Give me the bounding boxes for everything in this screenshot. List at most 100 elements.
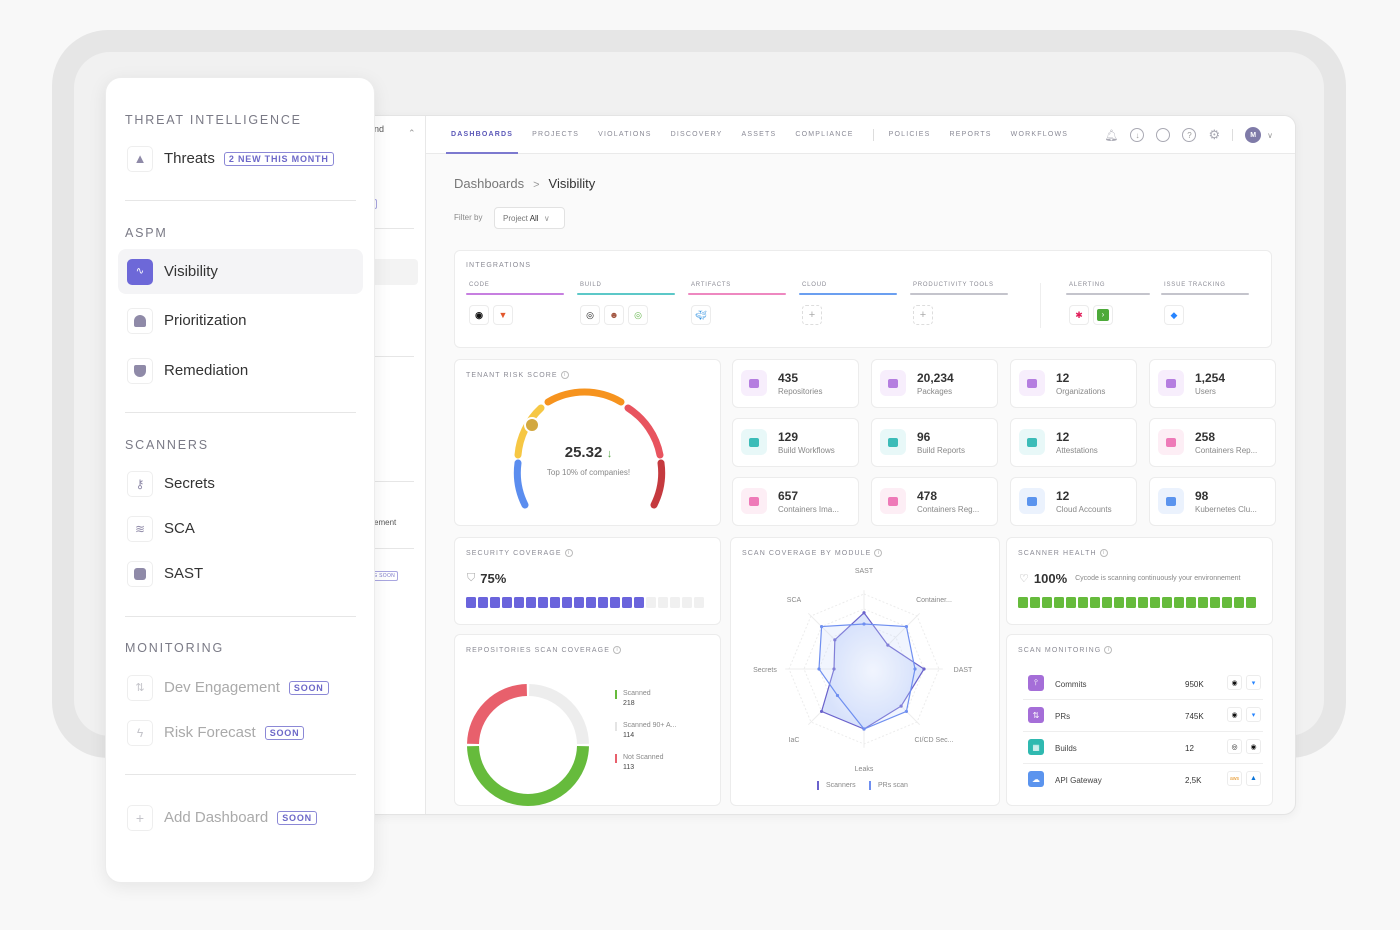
stat-label: Repositories <box>778 387 823 396</box>
circleci-icon[interactable]: ◎ <box>580 305 600 325</box>
sidebar-item-sast[interactable]: SAST <box>118 551 363 596</box>
settings-icon[interactable]: ⚙ <box>1208 127 1220 143</box>
tab-assets[interactable]: ASSETS <box>742 116 777 154</box>
github-icon[interactable]: ◉ <box>1227 707 1242 722</box>
stat-card[interactable]: 96 Build Reports <box>871 418 998 467</box>
sidebar-item-visibility[interactable]: ∿ Visibility <box>118 249 363 294</box>
jira-icon[interactable]: ◆ <box>1164 305 1184 325</box>
trend-down-icon: ↓ <box>606 448 613 460</box>
info-icon[interactable]: i <box>564 549 573 557</box>
bell-icon[interactable]: 🔔︎ <box>1105 129 1119 142</box>
radar-point[interactable] <box>862 622 866 626</box>
slack-icon[interactable]: ✱ <box>1069 305 1089 325</box>
tab-compliance[interactable]: COMPLIANCE <box>795 116 853 154</box>
gitlab-icon[interactable]: ▼ <box>493 305 513 325</box>
stat-label: Packages <box>917 387 953 396</box>
integrations-card: INTEGRATIONS CODE ◉ ▼ BUILD ◎ ☻ ◎ ARTIFA… <box>454 250 1272 348</box>
stat-card[interactable]: 478 Containers Reg... <box>871 477 998 526</box>
radar-point[interactable] <box>862 611 866 615</box>
donut-slice[interactable] <box>528 684 589 745</box>
sidebar-item-prioritization[interactable]: Prioritization <box>118 298 363 343</box>
sidebar-item-dev-engagement[interactable]: ⇅ Dev Engagement SOON <box>118 665 363 710</box>
radar-point[interactable] <box>904 709 909 714</box>
stat-card[interactable]: 12 Organizations <box>1010 359 1137 408</box>
tab-workflows[interactable]: WORKFLOWS <box>1011 116 1068 154</box>
docker-icon[interactable]: 🐳︎ <box>691 305 711 325</box>
chat-icon[interactable] <box>1156 128 1171 142</box>
tab-reports[interactable]: REPORTS <box>950 116 992 154</box>
info-icon[interactable]: i <box>1099 549 1108 557</box>
sidebar-item-label: Prioritization <box>164 312 247 329</box>
stat-card[interactable]: 258 Containers Rep... <box>1149 418 1276 467</box>
monitoring-row[interactable]: ⫯ Commits 950K ◉ ▾ <box>1023 668 1263 700</box>
radar-point[interactable] <box>862 727 866 731</box>
stat-card[interactable]: 435 Repositories <box>732 359 859 408</box>
add-dashboard-button[interactable]: + Add Dashboard SOON <box>118 795 363 840</box>
stat-card[interactable]: 1,254 Users <box>1149 359 1276 408</box>
tab-violations[interactable]: VIOLATIONS <box>598 116 652 154</box>
radar-point[interactable] <box>835 693 840 698</box>
github-icon[interactable]: ◉ <box>1246 739 1261 754</box>
jenkins-icon[interactable]: ☻ <box>604 305 624 325</box>
bitbucket-icon[interactable]: ▾ <box>1246 707 1261 722</box>
github-icon[interactable]: ◉ <box>469 305 489 325</box>
sidebar-item-secrets[interactable]: ⚷ Secrets <box>118 461 363 506</box>
add-integration-button[interactable]: + <box>913 305 933 325</box>
radar-point[interactable] <box>819 624 824 629</box>
donut-slice[interactable] <box>467 745 589 806</box>
radar-point[interactable] <box>904 624 909 629</box>
legend-prs-scan[interactable]: PRs scan <box>869 781 908 790</box>
help-icon[interactable]: ? <box>1182 128 1197 142</box>
radar-point[interactable] <box>819 709 824 714</box>
integration-group-artifacts: ARTIFACTS 🐳︎ <box>688 282 786 325</box>
warning-icon: ▲ <box>127 145 153 172</box>
aws-icon[interactable]: aws <box>1227 771 1242 786</box>
github-icon[interactable]: ◉ <box>1227 675 1242 690</box>
chevron-down-icon[interactable]: ∨ <box>1267 131 1273 140</box>
sidebar-item-remediation[interactable]: Remediation <box>118 348 363 393</box>
progress-segment <box>478 597 488 608</box>
tab-discovery[interactable]: DISCOVERY <box>671 116 723 154</box>
progress-segment <box>1174 597 1184 608</box>
radar-point[interactable] <box>817 667 821 671</box>
project-filter-select[interactable]: Project All ∨ <box>494 207 565 229</box>
tab-policies[interactable]: POLICIES <box>889 116 931 154</box>
bitbucket-icon[interactable]: ▾ <box>1246 675 1261 690</box>
stat-card[interactable]: 12 Attestations <box>1010 418 1137 467</box>
stat-card[interactable]: 12 Cloud Accounts <box>1010 477 1137 526</box>
radar-point[interactable] <box>913 667 917 671</box>
progress-segment <box>1210 597 1220 608</box>
legend-scanners[interactable]: Scanners <box>817 781 856 790</box>
download-icon[interactable]: ↓ <box>1130 128 1145 142</box>
stat-card[interactable]: 98 Kubernetes Clu... <box>1149 477 1276 526</box>
info-icon[interactable]: i <box>1104 646 1113 654</box>
argo-icon[interactable]: ◎ <box>628 305 648 325</box>
monitoring-row[interactable]: ▦ Builds 12 ◎ ◉ <box>1023 732 1263 764</box>
stat-label: Build Reports <box>917 446 966 455</box>
radar-point[interactable] <box>922 667 926 671</box>
donut-slice[interactable] <box>467 684 528 745</box>
stat-value: 657 <box>778 489 799 503</box>
add-integration-button[interactable]: + <box>802 305 822 325</box>
legend-scanned-90: Scanned 90+ A... 114 <box>615 722 677 739</box>
group-divider <box>1040 283 1041 328</box>
app-window: nd ⌃ ONTH ement OMING SOON DASHBOARDS PR… <box>345 115 1296 815</box>
info-icon[interactable]: i <box>613 646 621 654</box>
sidebar-item-sca[interactable]: ≋ SCA <box>118 506 363 551</box>
monitoring-row[interactable]: ⇅ PRs 745K ◉ ▾ <box>1023 700 1263 732</box>
azure-icon[interactable]: ▲ <box>1246 771 1261 786</box>
sidebar-item-threats[interactable]: ▲ Threats 2 NEW THIS MONTH <box>118 136 363 181</box>
circleci-icon[interactable]: ◎ <box>1227 739 1242 754</box>
tab-projects[interactable]: PROJECTS <box>532 116 579 154</box>
breadcrumb-parent[interactable]: Dashboards <box>454 176 524 191</box>
terminal-alert-icon[interactable]: › <box>1093 305 1113 325</box>
stat-card[interactable]: 657 Containers Ima... <box>732 477 859 526</box>
tab-dashboards[interactable]: DASHBOARDS <box>445 116 519 154</box>
workspace-switch-icon[interactable]: ⌃ <box>408 128 416 139</box>
sidebar-item-risk-forecast[interactable]: ϟ Risk Forecast SOON <box>118 710 363 755</box>
stat-card[interactable]: 129 Build Workflows <box>732 418 859 467</box>
stat-card[interactable]: 20,234 Packages <box>871 359 998 408</box>
row-label: Builds <box>1055 744 1077 753</box>
monitoring-row[interactable]: ☁ API Gateway 2,5K aws ▲ <box>1023 764 1263 796</box>
user-avatar[interactable]: M <box>1245 127 1262 143</box>
